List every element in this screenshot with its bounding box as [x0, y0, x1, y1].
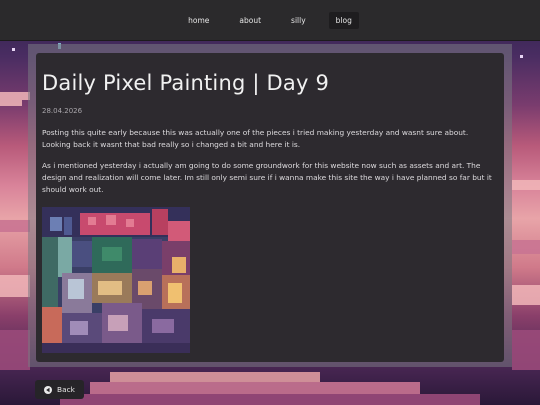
cloud: [110, 372, 320, 382]
nav-silly-link[interactable]: silly: [284, 12, 313, 29]
nav-blog-link[interactable]: blog: [328, 11, 359, 29]
cloud: [512, 240, 540, 254]
cloud: [512, 285, 540, 305]
cloud: [0, 330, 30, 370]
back-button[interactable]: Back: [35, 380, 84, 399]
cloud: [512, 180, 540, 190]
pixel-painting-image: [42, 207, 190, 353]
cloud: [0, 100, 22, 106]
nav-about-link[interactable]: about: [232, 12, 268, 29]
cloud: [0, 92, 30, 100]
post-title: Daily Pixel Painting | Day 9: [42, 71, 330, 95]
cloud: [60, 394, 480, 405]
star: [520, 55, 523, 58]
cloud: [0, 275, 30, 297]
post-paragraph: As i mentioned yesterday i actually am g…: [42, 161, 492, 194]
cloud: [0, 220, 30, 232]
star: [12, 48, 15, 51]
cloud: [512, 330, 540, 370]
nav-home-link[interactable]: home: [181, 12, 216, 29]
top-navbar: home about silly blog: [0, 0, 540, 40]
post-paragraph: Posting this quite early because this wa…: [42, 128, 469, 149]
arrow-left-circle-icon: [44, 385, 53, 394]
cloud: [90, 382, 420, 394]
post-date: 28.04.2026: [42, 107, 83, 115]
back-button-label: Back: [57, 385, 75, 394]
